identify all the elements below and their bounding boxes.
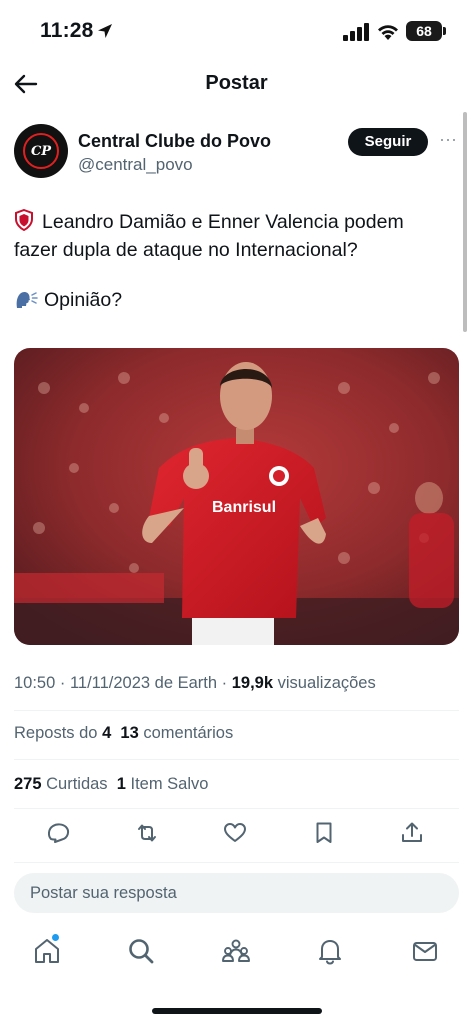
location-arrow-icon [98,24,112,38]
divider [14,862,459,863]
speaking-head-icon [16,291,38,308]
tab-bar [0,930,473,974]
wifi-icon [378,25,398,40]
header: Postar [0,62,473,106]
divider [14,759,459,760]
home-notification-dot [52,934,59,941]
avatar[interactable]: CP [14,124,68,178]
communities-icon[interactable] [221,936,251,966]
post-text-line-1: Leandro Damião e Enner Valencia podem [42,211,404,233]
post-line-1: Leandro Damião e Enner Valencia podem [14,208,454,236]
comments-link[interactable]: 13 comentários [120,724,233,742]
divider [14,710,459,711]
signal-icon [343,23,369,41]
repost-icon[interactable] [134,820,160,846]
like-icon[interactable] [222,820,248,846]
status-time: 11:28 [40,19,94,42]
post-timestamp: 10:50 · 11/11/2023 de Earth · [14,674,232,692]
views-count: 19,9k [231,674,274,692]
home-indicator[interactable] [152,1008,322,1014]
post-text-line-3: Opinião? [44,289,123,311]
reply-input[interactable]: Postar sua resposta [14,873,459,913]
comments-label: comentários [138,724,234,742]
battery-icon: 68 [406,21,442,41]
reposts-label: Reposts do [14,724,103,742]
action-bar [14,820,459,850]
comments-count: 13 [120,724,139,742]
messages-icon[interactable] [410,936,440,966]
status-bar: 11:28 68 [0,0,473,60]
avatar-logo: CP [23,133,59,169]
reposts-link[interactable]: Reposts do 4 [14,724,111,742]
post-text-line-2: fazer dupla de ataque no Internacional? [14,239,358,261]
search-icon[interactable] [126,936,156,966]
more-options-icon[interactable]: ··· [437,130,459,152]
shield-icon [15,209,33,231]
page-title: Postar [205,72,268,94]
likes-link[interactable]: 275 Curtidas [14,775,108,793]
bookmark-icon[interactable] [311,820,337,846]
saved-link[interactable]: 1 Item Salvo [117,775,209,793]
jersey-sponsor-text: Banrisul [212,499,276,516]
author-handle[interactable]: @central_povo [78,155,193,175]
post-author: CP Central Clube do Povo @central_povo S… [14,124,460,184]
battery-tip [443,27,446,35]
share-icon[interactable] [399,820,425,846]
reply-icon[interactable] [46,820,72,846]
post-text: Leandro Damião e Enner Valencia podem fa… [14,208,454,314]
views-label: visualizações [273,674,376,692]
likes-label: Curtidas [41,775,108,793]
post-line-3: Opinião? [14,286,454,314]
saved-count: 1 [116,775,126,793]
stats-likes-saved: 275 Curtidas 1 Item Salvo [14,775,208,794]
notifications-icon[interactable] [315,936,345,966]
likes-count: 275 [14,775,42,793]
follow-button[interactable]: Seguir [348,128,428,156]
author-name[interactable]: Central Clube do Povo [78,131,271,152]
saved-label: Item Salvo [125,775,209,793]
stats-reposts-comments: Reposts do 4 13 comentários [14,724,233,743]
scroll-indicator[interactable] [463,112,467,332]
post-image[interactable]: Banrisul [14,348,459,645]
divider [14,808,459,809]
post-meta: 10:50 · 11/11/2023 de Earth · 19,9k visu… [14,674,376,693]
reposts-count: 4 [102,724,112,742]
home-icon[interactable] [32,936,62,966]
